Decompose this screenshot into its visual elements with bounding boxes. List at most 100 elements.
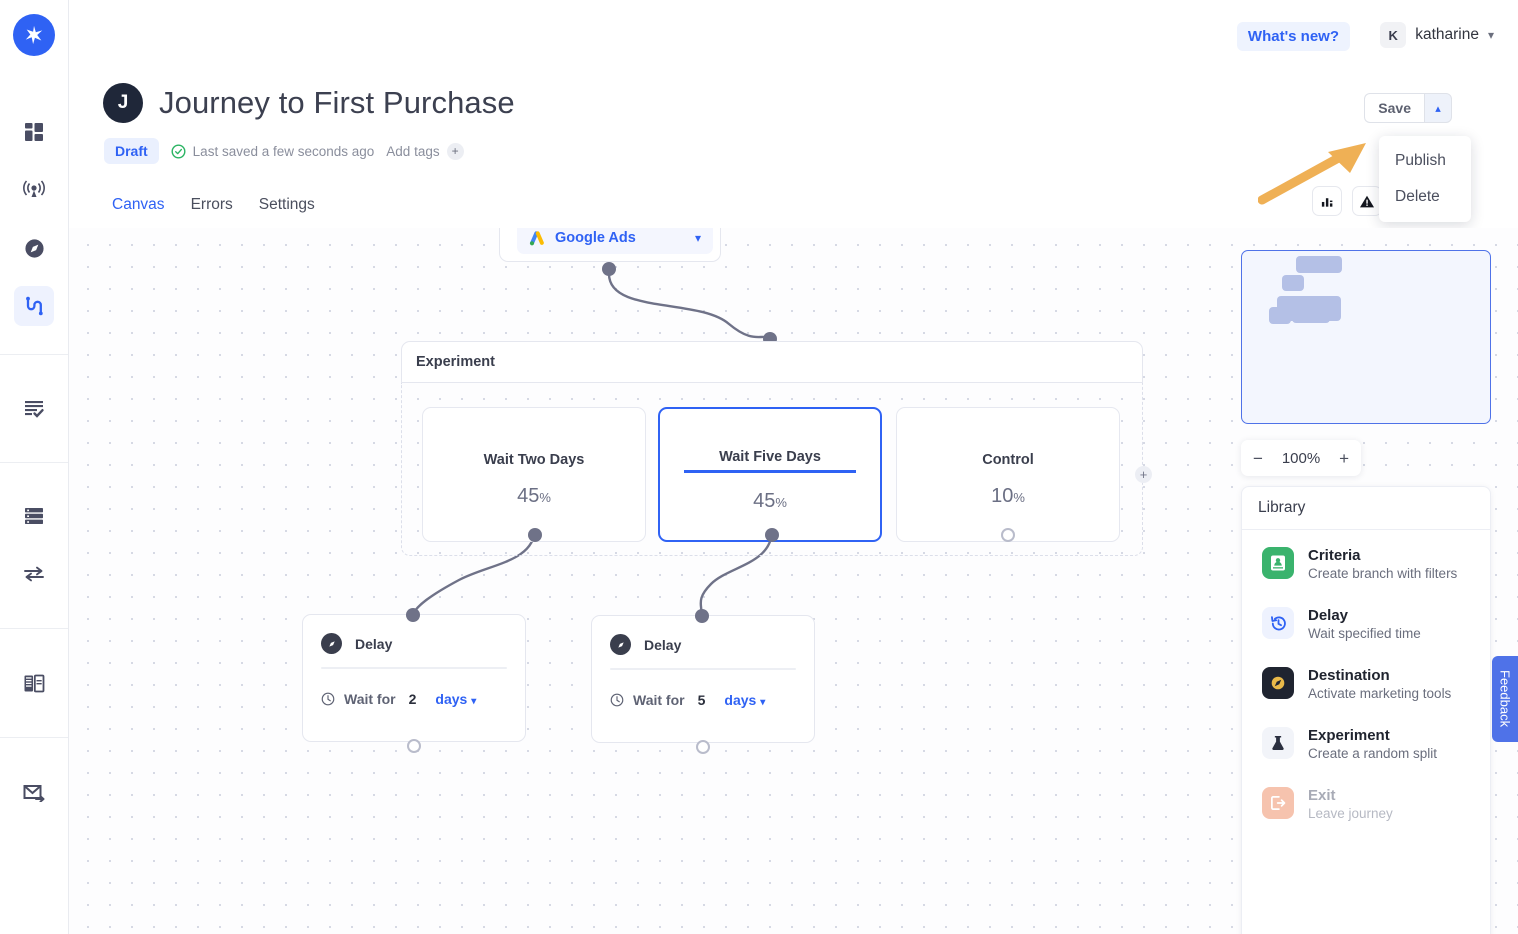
rail-group-audiences xyxy=(0,389,68,429)
delay-unit-select[interactable]: days ▾ xyxy=(435,691,476,707)
sidebar-item-syncs[interactable] xyxy=(14,554,54,594)
criteria-card-icon xyxy=(1262,547,1294,579)
feedback-label: Feedback xyxy=(1497,670,1513,728)
google-ads-selector[interactable]: Google Ads ▾ xyxy=(517,228,713,254)
google-ads-icon xyxy=(529,230,544,245)
sidebar-item-broadcast[interactable] xyxy=(14,170,54,210)
library-item-criteria[interactable]: Criteria Create branch with filters xyxy=(1242,530,1490,594)
sidebar-item-campaigns[interactable] xyxy=(14,772,54,812)
variant-name-input[interactable]: Wait Five Days xyxy=(684,449,856,473)
variant-card-selected[interactable]: Wait Five Days 45% xyxy=(658,407,882,542)
library-item-name: Exit xyxy=(1308,787,1336,804)
page-tabs: Canvas Errors Settings xyxy=(112,196,315,218)
clock-rewind-icon xyxy=(1262,607,1294,639)
library-item-text: Delay Wait specified time xyxy=(1308,607,1421,641)
sidebar-item-data-sources[interactable] xyxy=(14,496,54,536)
title-row: J Journey to First Purchase xyxy=(103,83,515,123)
variant-output-port-empty[interactable] xyxy=(1001,528,1015,542)
rail-divider xyxy=(0,462,68,463)
canvas-minimap[interactable] xyxy=(1241,250,1491,424)
minimap-node xyxy=(1282,275,1304,291)
rail-group-content xyxy=(0,663,68,703)
google-ads-label: Google Ads xyxy=(555,230,636,246)
save-dropdown-toggle[interactable]: ▴ xyxy=(1424,93,1452,123)
library-panel: Library Criteria Create branch with filt… xyxy=(1241,486,1491,934)
tab-canvas[interactable]: Canvas xyxy=(112,196,165,218)
broadcast-antenna-icon xyxy=(23,180,45,197)
sidebar-item-journeys[interactable] xyxy=(14,286,54,326)
delay-input-port[interactable] xyxy=(406,608,420,622)
library-header: Library xyxy=(1242,487,1490,530)
analytics-button[interactable] xyxy=(1312,186,1342,216)
variant-output-port[interactable] xyxy=(765,528,779,542)
list-check-icon xyxy=(25,401,44,418)
rail-group-campaigns xyxy=(0,772,68,812)
save-split-button: Save ▴ xyxy=(1364,93,1452,123)
compass-icon xyxy=(610,634,631,655)
library-item-exit: Exit Leave journey xyxy=(1242,774,1490,834)
zoom-level-label: 100% xyxy=(1281,449,1321,467)
sidebar-item-destinations[interactable] xyxy=(14,228,54,268)
node-output-port[interactable] xyxy=(602,262,616,276)
zoom-in-button[interactable]: + xyxy=(1339,450,1349,467)
add-variant-button[interactable]: + xyxy=(1135,466,1152,483)
library-item-delay[interactable]: Delay Wait specified time xyxy=(1242,594,1490,654)
minimap-node xyxy=(1296,256,1342,273)
delay-config-row: Wait for 5 days ▾ xyxy=(592,670,814,708)
whats-new-button[interactable]: What's new? xyxy=(1236,22,1350,51)
status-badge[interactable]: Draft xyxy=(104,138,159,164)
add-tags-button[interactable]: Add tags + xyxy=(386,142,464,160)
delay-value-input[interactable]: 2 xyxy=(409,691,417,707)
zoom-out-button[interactable]: − xyxy=(1253,450,1263,467)
variant-card[interactable]: Wait Two Days 45% xyxy=(422,407,646,542)
library-item-desc: Wait specified time xyxy=(1308,626,1421,641)
variant-percent: 10% xyxy=(991,485,1025,507)
delay-node[interactable]: Delay Wait for 2 days ▾ xyxy=(302,614,526,742)
variant-card[interactable]: Control 10% xyxy=(896,407,1120,542)
experiment-node-header[interactable]: Experiment xyxy=(401,341,1143,383)
compass-icon xyxy=(24,238,44,258)
rail-divider xyxy=(0,737,68,738)
wait-for-label: Wait for xyxy=(344,691,396,707)
journey-canvas[interactable]: Google Ads ▾ Experiment Wait Two Days 45… xyxy=(69,228,1518,934)
feedback-tab[interactable]: Feedback xyxy=(1492,656,1518,742)
delay-node[interactable]: Delay Wait for 5 days ▾ xyxy=(591,615,815,743)
clock-icon xyxy=(321,692,335,706)
user-menu[interactable]: K katharine ▾ xyxy=(1380,22,1494,48)
menu-item-delete[interactable]: Delete xyxy=(1379,179,1471,215)
journey-badge: J xyxy=(103,83,143,123)
top-bar: What's new? K katharine ▾ xyxy=(69,0,1518,70)
library-item-name: Delay xyxy=(1308,607,1349,624)
save-dropdown-menu: Publish Delete xyxy=(1379,136,1471,222)
page-header: J Journey to First Purchase Draft Last s… xyxy=(103,83,515,164)
library-item-experiment[interactable]: Experiment Create a random split xyxy=(1242,714,1490,774)
library-item-name: Criteria xyxy=(1308,547,1361,564)
sidebar-item-content[interactable] xyxy=(14,663,54,703)
tab-errors[interactable]: Errors xyxy=(191,196,233,218)
chevron-down-icon: ▾ xyxy=(694,231,701,245)
app-logo[interactable] xyxy=(13,14,55,56)
plus-icon: + xyxy=(446,142,464,160)
library-item-name: Experiment xyxy=(1308,727,1390,744)
save-button[interactable]: Save xyxy=(1364,93,1424,123)
library-item-destination[interactable]: Destination Activate marketing tools xyxy=(1242,654,1490,714)
delay-input-port[interactable] xyxy=(695,609,709,623)
sidebar-item-dashboard[interactable] xyxy=(14,112,54,152)
sidebar-item-audiences[interactable] xyxy=(14,389,54,429)
delay-output-port[interactable] xyxy=(407,739,421,753)
chevron-down-icon: ▾ xyxy=(471,696,477,707)
delay-config-row: Wait for 2 days ▾ xyxy=(303,669,525,707)
clock-icon xyxy=(610,693,624,707)
username-label: katharine xyxy=(1415,26,1479,43)
library-item-text: Experiment Create a random split xyxy=(1308,727,1437,761)
page-title: Journey to First Purchase xyxy=(159,85,515,120)
variant-output-port[interactable] xyxy=(528,528,542,542)
delay-output-port[interactable] xyxy=(696,740,710,754)
dashboard-grid-icon xyxy=(25,123,43,141)
errors-button[interactable] xyxy=(1352,186,1382,216)
wait-for-label: Wait for xyxy=(633,692,685,708)
tab-settings[interactable]: Settings xyxy=(259,196,315,218)
delay-unit-select[interactable]: days ▾ xyxy=(724,692,765,708)
menu-item-publish[interactable]: Publish xyxy=(1379,143,1471,179)
delay-value-input[interactable]: 5 xyxy=(698,692,706,708)
